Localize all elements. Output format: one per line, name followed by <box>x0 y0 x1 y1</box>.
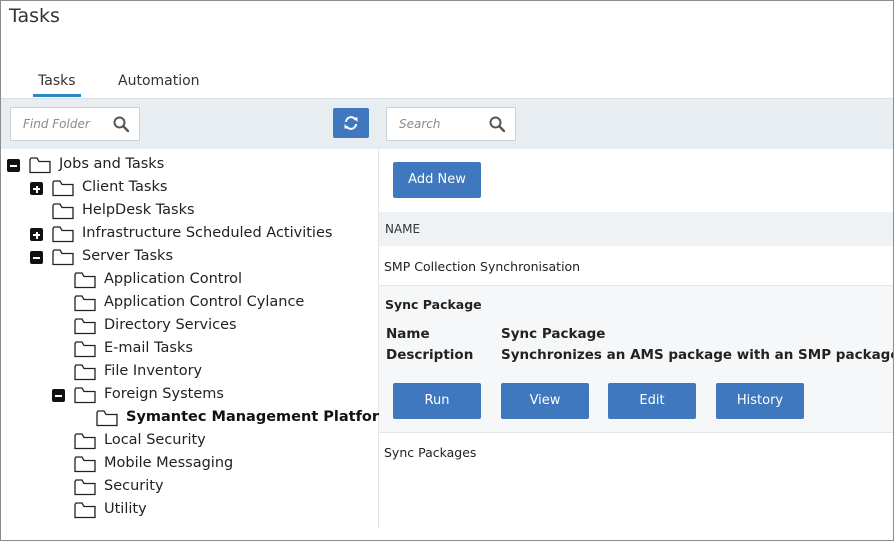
tree-item-label: Application Control Cylance <box>104 294 305 310</box>
folder-icon <box>52 203 74 220</box>
tree-item-label: Server Tasks <box>82 248 174 264</box>
folder-icon <box>52 226 74 243</box>
tree-item-label: Symantec Management Platform <box>126 409 395 425</box>
add-new-button[interactable]: Add New <box>393 162 481 198</box>
folder-icon <box>74 318 96 335</box>
tree-item-label: Security <box>104 478 164 494</box>
task-list-pane: Add New NAME SMP Collection Synchronisat… <box>379 148 893 538</box>
tab-bar: Tasks Automation <box>1 73 893 99</box>
detail-description-value: Synchronizes an AMS package with an SMP … <box>501 347 894 363</box>
find-folder-input[interactable] <box>11 108 113 140</box>
folder-tree: Jobs and Tasks Client Tasks HelpDesk Tas… <box>1 148 394 528</box>
expand-icon[interactable] <box>30 228 43 241</box>
tab-tasks[interactable]: Tasks <box>33 73 81 97</box>
folder-icon <box>74 364 96 381</box>
tree-item-label: Application Control <box>104 271 243 287</box>
folder-icon <box>74 272 96 289</box>
folder-icon <box>96 410 118 427</box>
task-search-input[interactable] <box>387 108 489 140</box>
collapse-icon[interactable] <box>7 159 20 172</box>
tab-automation[interactable]: Automation <box>118 73 200 94</box>
folder-icon <box>74 341 96 358</box>
tree-item-label: Foreign Systems <box>104 386 224 402</box>
detail-title: Sync Package <box>385 297 482 312</box>
detail-name-value: Sync Package <box>501 326 606 342</box>
tree-item-label: Client Tasks <box>82 179 168 195</box>
history-button[interactable]: History <box>716 383 804 419</box>
column-header-label: NAME <box>385 222 421 236</box>
tree-item-label: E-mail Tasks <box>104 340 193 356</box>
search-icon[interactable] <box>489 116 505 132</box>
folder-icon <box>52 249 74 266</box>
detail-name-key: Name <box>386 326 430 342</box>
search-icon[interactable] <box>113 116 129 132</box>
folder-icon <box>52 180 74 197</box>
page-title: Tasks <box>9 5 60 27</box>
tree-item-label: Directory Services <box>104 317 237 333</box>
view-button[interactable]: View <box>501 383 589 419</box>
tree-item-label: Mobile Messaging <box>104 455 234 471</box>
collapse-icon[interactable] <box>30 251 43 264</box>
folder-icon <box>74 295 96 312</box>
toolbar <box>1 98 893 149</box>
folder-icon <box>74 387 96 404</box>
tree-item-label: File Inventory <box>104 363 203 379</box>
detail-description-key: Description <box>386 347 474 363</box>
row-divider <box>379 432 893 433</box>
expand-icon[interactable] <box>30 182 43 195</box>
folder-icon <box>74 456 96 473</box>
tree-item-label: Infrastructure Scheduled Activities <box>82 225 333 241</box>
tree-item-label: Jobs and Tasks <box>59 156 165 172</box>
refresh-button[interactable] <box>333 108 369 138</box>
edit-button[interactable]: Edit <box>608 383 696 419</box>
folder-icon <box>74 502 96 519</box>
find-folder-box <box>10 107 140 141</box>
task-row-smp-collection-synchronisation[interactable]: SMP Collection Synchronisation <box>379 259 893 274</box>
task-search-box <box>386 107 516 141</box>
refresh-icon <box>344 116 358 130</box>
run-button[interactable]: Run <box>393 383 481 419</box>
task-detail-panel: Sync Package Name Sync Package Descripti… <box>379 286 893 432</box>
tree-item-label: Utility <box>104 501 147 517</box>
tree-item-label: HelpDesk Tasks <box>82 202 195 218</box>
folder-icon <box>74 479 96 496</box>
folder-icon <box>74 433 96 450</box>
tasks-window: Tasks Tasks Automation Jobs and Task <box>0 0 894 541</box>
tree-item-label: Local Security <box>104 432 206 448</box>
collapse-icon[interactable] <box>52 389 65 402</box>
task-row-sync-packages[interactable]: Sync Packages <box>379 445 893 460</box>
name-column-header[interactable]: NAME <box>379 212 893 246</box>
folder-icon <box>29 157 51 174</box>
